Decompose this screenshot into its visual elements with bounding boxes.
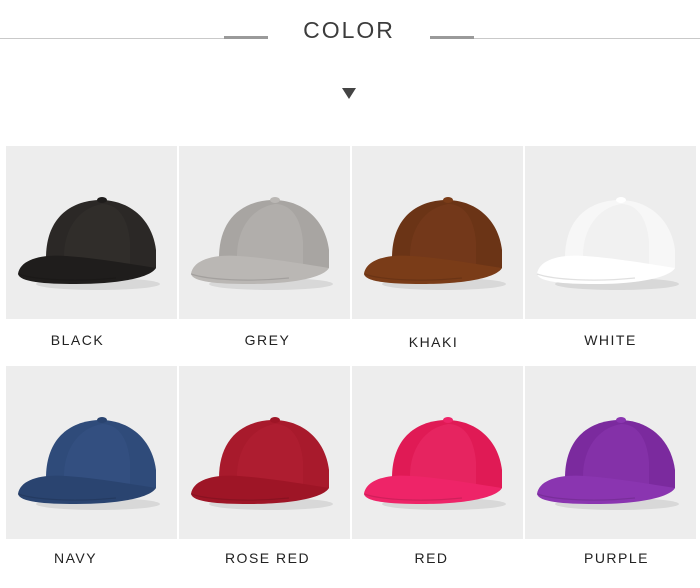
cap-image: [17, 197, 160, 290]
color-label-rose-red: ROSE RED: [224, 550, 311, 566]
color-label-khaki: KHAKI: [408, 334, 459, 350]
header-accent-right: [430, 36, 474, 39]
color-swatch-rose-red[interactable]: [179, 366, 350, 539]
color-swatch-navy[interactable]: [6, 366, 177, 539]
color-swatch-white[interactable]: [525, 146, 696, 319]
color-label-grey: GREY: [244, 332, 291, 348]
cap-image: [536, 197, 679, 290]
page-title: COLOR: [303, 17, 395, 43]
color-label-navy: NAVY: [53, 550, 98, 566]
cap-image: [536, 417, 679, 510]
cap-image: [190, 417, 333, 510]
header-accent-left: [224, 36, 268, 39]
color-swatch-black[interactable]: [6, 146, 177, 319]
cap-image: [363, 417, 506, 510]
color-swatch-red[interactable]: [352, 366, 523, 539]
cap-image: [190, 197, 333, 290]
color-swatch-grey[interactable]: [179, 146, 350, 319]
color-swatch-khaki[interactable]: [352, 146, 523, 319]
color-label-white: WHITE: [584, 332, 637, 348]
color-label-black: BLACK: [50, 332, 105, 348]
cap-image: [363, 197, 506, 290]
color-label-red: RED: [414, 550, 449, 566]
color-label-purple: PURPLE: [583, 550, 650, 566]
cap-image: [17, 417, 160, 510]
color-swatch-purple[interactable]: [525, 366, 696, 539]
down-arrow-icon: [342, 88, 356, 99]
